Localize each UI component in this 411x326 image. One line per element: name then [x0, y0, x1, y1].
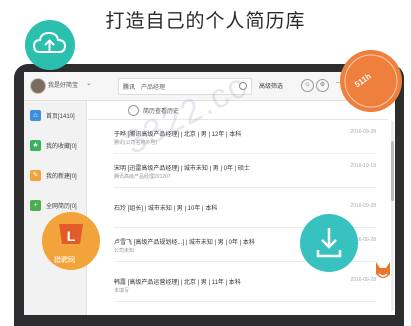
star-icon: ★: [30, 140, 41, 151]
resume-date: 2016-10-19: [350, 163, 376, 169]
avatar[interactable]: [30, 78, 46, 94]
sidebar-item-favorites[interactable]: ★ 我的收藏[0]: [28, 137, 84, 155]
list-item[interactable]: 于晔 [腾讯高级产品经理] | 北京 | 男 | 12年 | 本科 腾讯(公司名…: [114, 123, 376, 154]
search-scope[interactable]: 腾讯: [123, 82, 135, 91]
history-icon: [128, 105, 139, 116]
list-item[interactable]: 宋明 [迅雷高级产品经理] | 城市未知 | 男 | 0年 | 硕士 腾讯高级产…: [114, 157, 376, 188]
sidebar-item-label: 全网简历[0]: [46, 204, 77, 210]
pencil-icon: ✎: [30, 170, 41, 181]
resume-summary: 卢雪飞 [高级产品规划经...] | 城市未知 | 男 | 0年 | 本科: [114, 240, 255, 246]
history-label: 简历查看历史: [143, 109, 180, 115]
advanced-filter-button[interactable]: 高级筛选: [259, 81, 283, 90]
resume-date: 2016-09-28: [350, 203, 376, 209]
download-icon: [300, 214, 358, 272]
settings-icon[interactable]: ⚙: [316, 79, 329, 92]
resume-summary: 石玲 [组长] | 城市未知 | 男 | 10年 | 本科: [114, 206, 218, 212]
resume-summary: 韩露 [高级产品运营经理] | 北京 | 男 | 11年 | 本科: [114, 280, 241, 286]
home-icon: ⌂: [30, 110, 41, 121]
fox-mascot-icon: [372, 258, 394, 282]
network-icon: [340, 50, 402, 112]
liepin-logo-text: 猎聘网: [54, 257, 75, 264]
sidebar-item-created[interactable]: ✎ 我的新建[0]: [28, 167, 84, 185]
resume-company: 未填写: [114, 288, 130, 294]
resume-summary: 宋明 [迅雷高级产品经理] | 城市未知 | 男 | 0年 | 硕士: [114, 166, 250, 172]
sidebar-item-home[interactable]: ⌂ 首页[1410]: [28, 107, 84, 125]
cloud-upload-icon: [25, 20, 75, 70]
search-input[interactable]: 产品经理: [141, 82, 165, 91]
search-icon[interactable]: [239, 82, 247, 90]
resume-list-panel: 简历查看历史 于晔 [腾讯高级产品经理] | 北京 | 男 | 12年 | 本科…: [88, 101, 395, 315]
resume-summary: 于晔 [腾讯高级产品经理] | 北京 | 男 | 12年 | 本科: [114, 132, 242, 138]
sidebar-item-label: 我的新建[0]: [46, 174, 77, 180]
chevron-down-icon[interactable]: ⌄: [86, 79, 92, 87]
resume-date: 2016-09-28: [350, 129, 376, 135]
user-name[interactable]: 我是好简宝: [48, 80, 78, 89]
resume-company: 腾讯(公司名称外包): [114, 140, 158, 146]
sidebar: ⌂ 首页[1410] ★ 我的收藏[0] ✎ 我的新建[0] + 全网简历[0]: [24, 101, 87, 315]
search-box[interactable]: 腾讯 产品经理: [118, 78, 252, 95]
resume-company: 腾讯高级产品经理201207: [114, 174, 171, 180]
scrollbar-thumb[interactable]: [391, 141, 394, 201]
sidebar-item-label: 我的收藏[0]: [46, 144, 77, 150]
sidebar-item-label: 首页[1410]: [46, 114, 75, 120]
smile-icon[interactable]: ☺: [301, 79, 314, 92]
resume-company: 公司未知: [114, 248, 135, 254]
svg-text:L: L: [67, 228, 76, 244]
list-item[interactable]: 韩露 [高级产品运营经理] | 北京 | 男 | 11年 | 本科 未填写 20…: [114, 271, 376, 302]
plus-icon: +: [30, 200, 41, 211]
